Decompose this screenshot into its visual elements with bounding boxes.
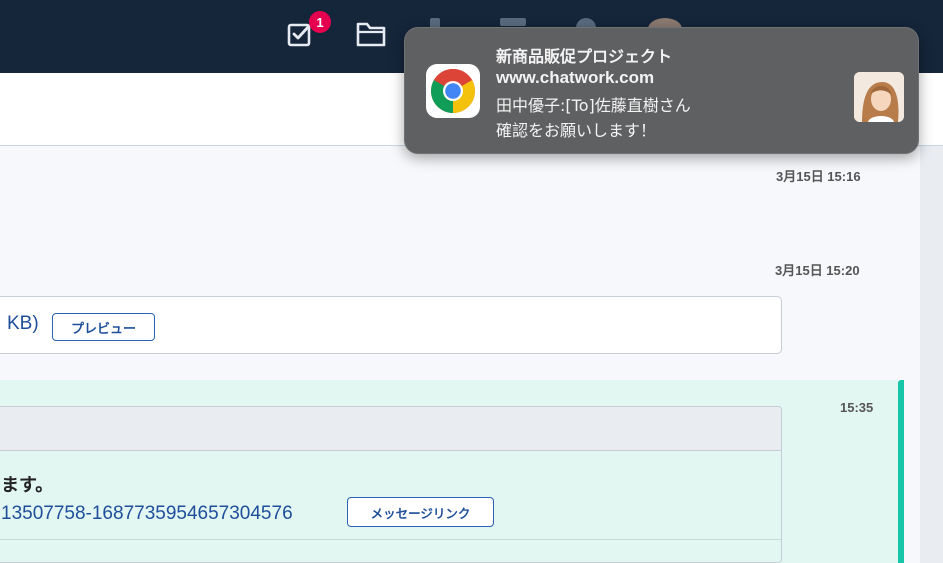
folder-icon[interactable]	[355, 18, 387, 50]
sender-avatar	[854, 72, 904, 122]
message-link-button[interactable]: メッセージリンク	[347, 497, 494, 527]
file-size-text[interactable]: KB)	[7, 313, 39, 335]
quote-header	[0, 407, 781, 451]
file-attachment: KB) プレビュー	[0, 296, 782, 354]
message-link-url[interactable]: 13507758-1687735954657304576	[1, 503, 293, 525]
chrome-icon	[426, 64, 480, 118]
message-timestamp: 3月15日 15:16	[776, 169, 861, 184]
scrollbar[interactable]	[920, 146, 943, 563]
notification-message: 確認をお願いします！	[496, 121, 657, 140]
divider	[0, 539, 781, 540]
notification-source: www.chatwork.com	[496, 68, 655, 87]
notification-title: 新商品販促プロジェクト	[496, 47, 673, 66]
preview-button[interactable]: プレビュー	[52, 313, 155, 341]
apps-grid-icon[interactable]	[500, 18, 526, 26]
mention-accent-bar	[898, 380, 904, 563]
quote-text: ます。	[1, 475, 54, 496]
task-count-badge: 1	[309, 11, 331, 33]
message-timestamp: 3月15日 15:20	[775, 263, 860, 278]
quote-block: ます。 13507758-1687735954657304576 メッセージリン…	[0, 406, 782, 563]
message-timestamp: 15:35	[840, 400, 874, 415]
notification-toast[interactable]: 新商品販促プロジェクト www.chatwork.com 田中優子:[To]佐藤…	[404, 27, 919, 154]
notification-message: 田中優子:[To]佐藤直樹さん	[496, 96, 691, 115]
